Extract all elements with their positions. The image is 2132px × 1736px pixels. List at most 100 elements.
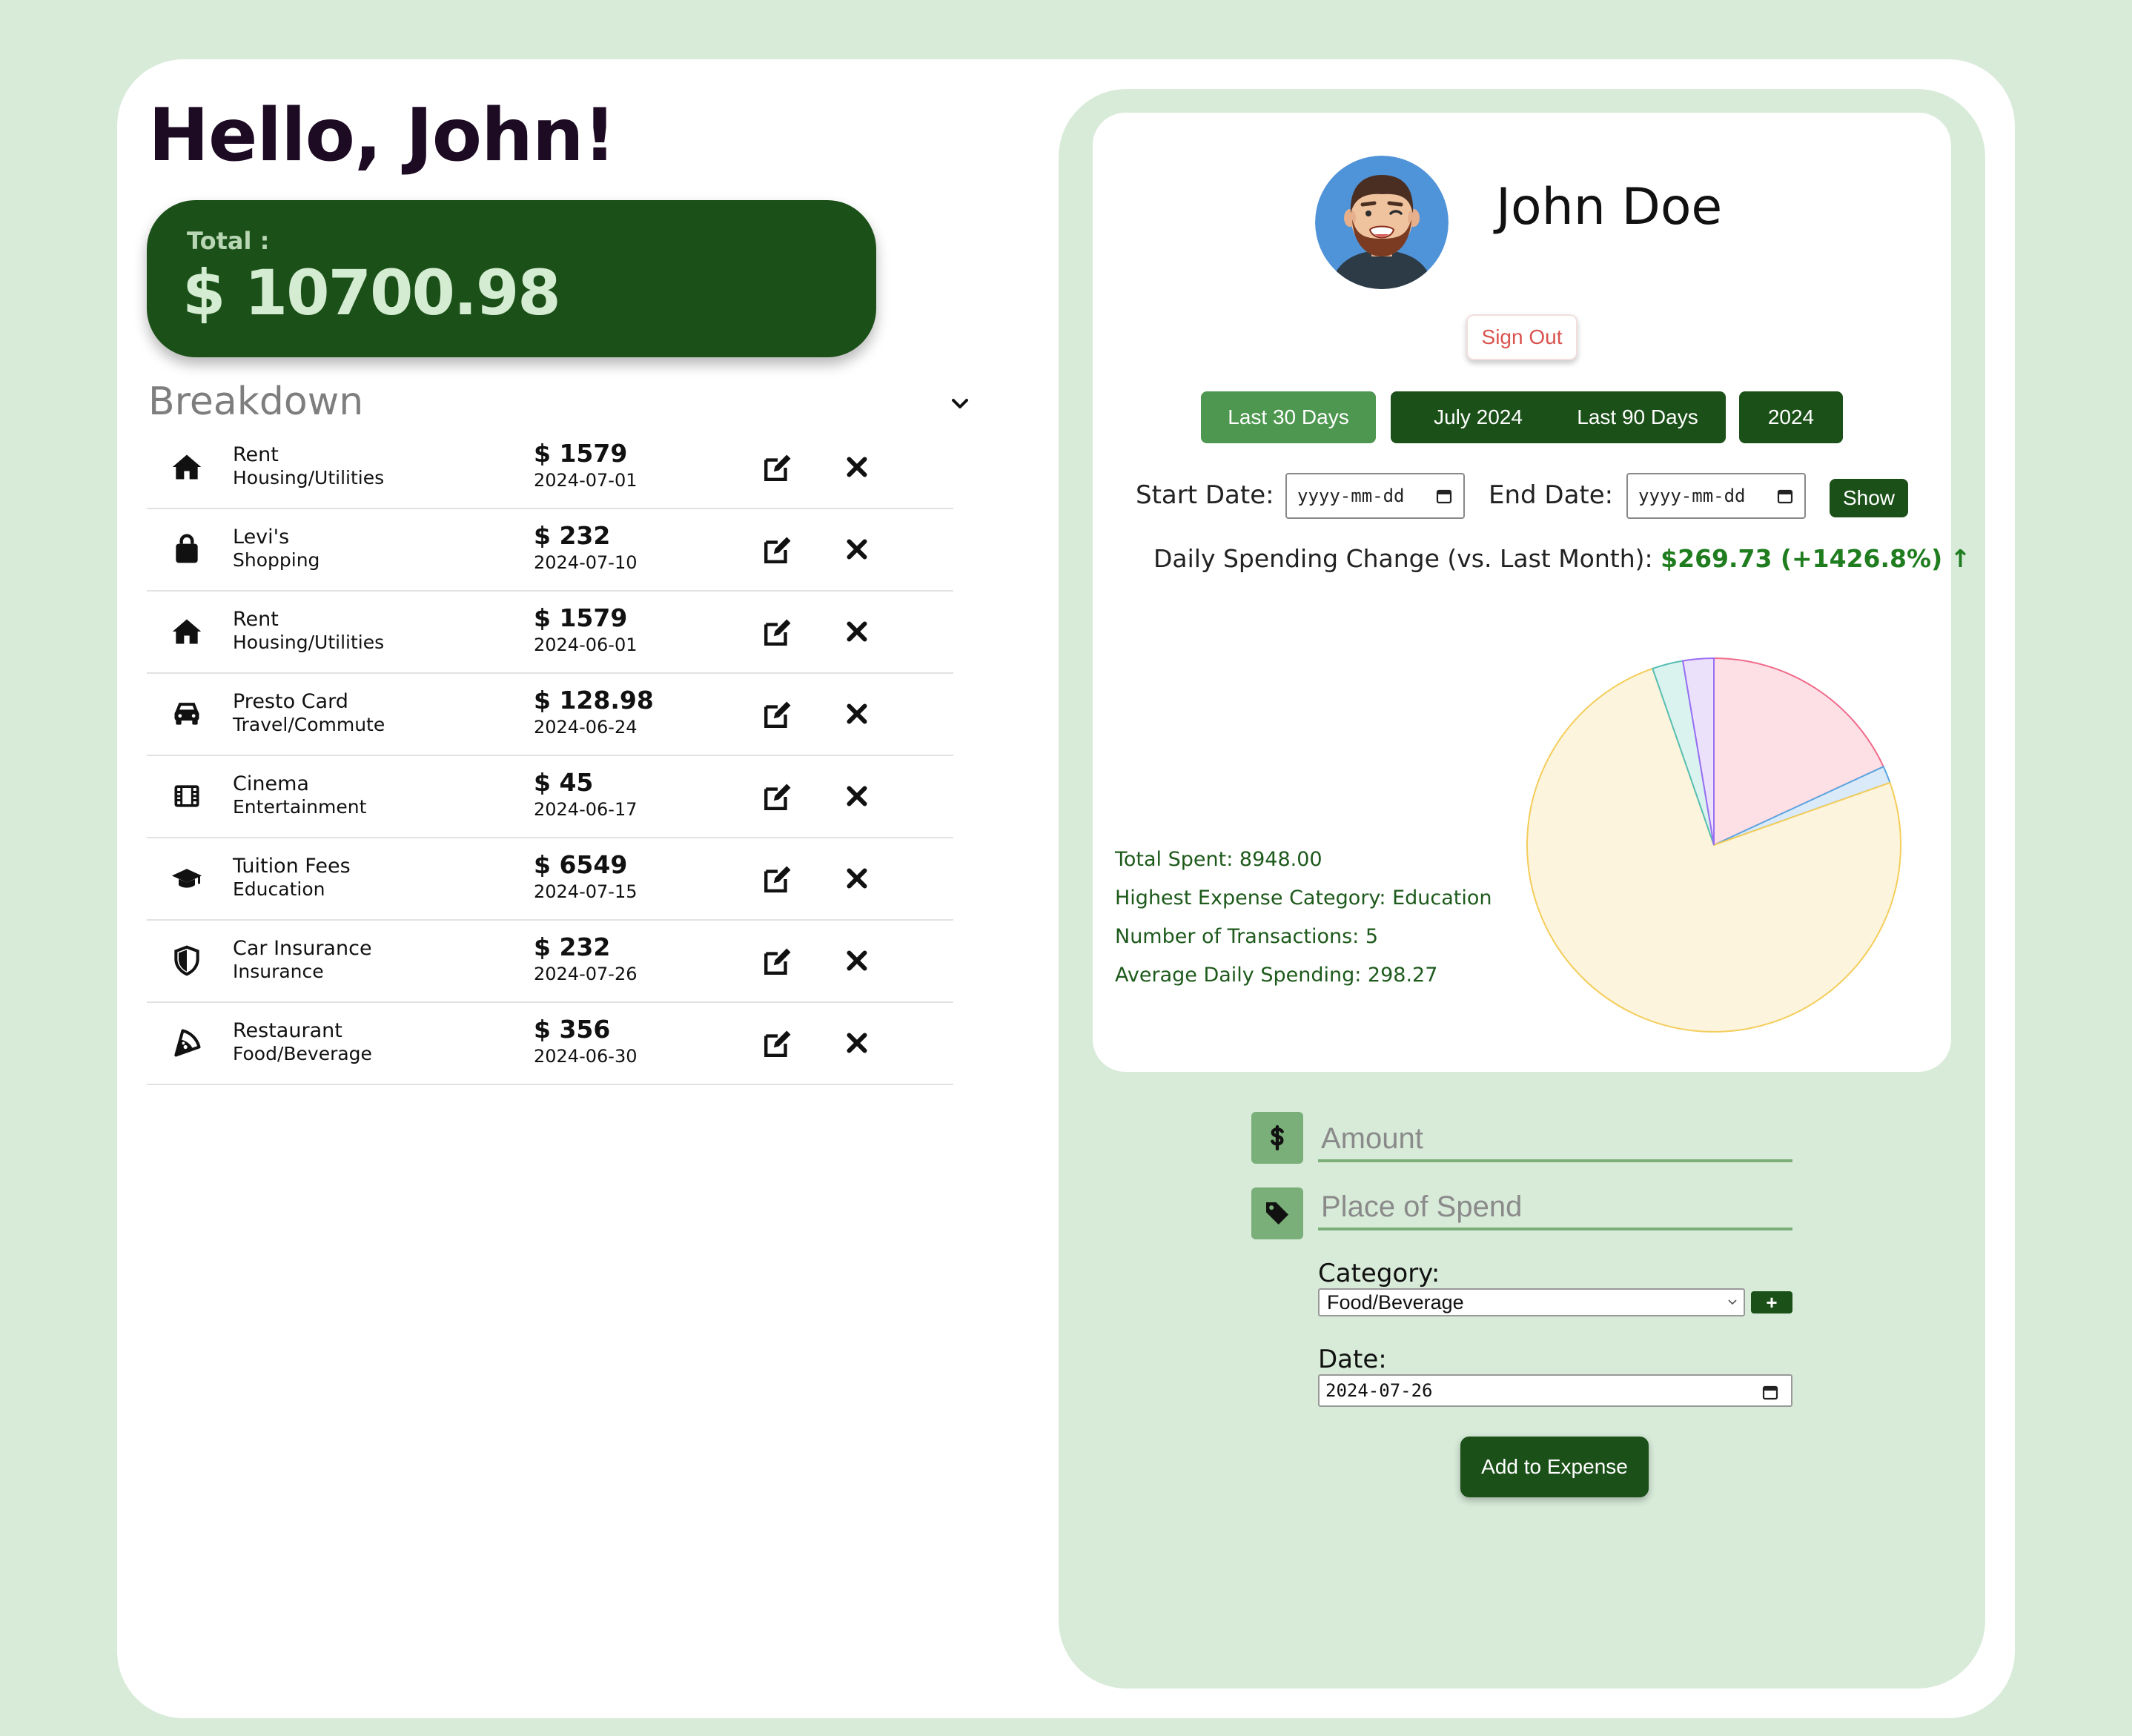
expense-date: 2024-06-17: [534, 799, 638, 820]
expense-date: 2024-07-15: [534, 881, 638, 902]
expense-row: Levi's Shopping $ 232 2024-07-10: [147, 509, 953, 592]
delete-icon[interactable]: [844, 1030, 870, 1056]
range-2024-button[interactable]: 2024: [1739, 391, 1843, 443]
total-label: Total :: [187, 227, 270, 255]
expense-row: Rent Housing/Utilities $ 1579 2024-06-01: [147, 592, 953, 674]
greeting-heading: Hello, John!: [148, 93, 616, 178]
delete-icon[interactable]: [844, 536, 870, 563]
stat-total-spent: Total Spent: 8948.00: [1115, 848, 1322, 871]
graduation-cap-icon: [171, 862, 203, 895]
start-date-input[interactable]: yyyy-mm-dd: [1285, 473, 1465, 519]
start-date-label: Start Date:: [1136, 480, 1274, 510]
stats-list: Total Spent: 8948.00 Highest Expense Cat…: [1115, 847, 1492, 1001]
calendar-icon[interactable]: [1435, 487, 1453, 505]
edit-icon[interactable]: [762, 617, 793, 648]
place-of-spend-input[interactable]: [1318, 1186, 1792, 1230]
expense-category: Food/Beverage: [233, 1043, 372, 1064]
expense-amount: $ 45: [534, 768, 594, 797]
daily-change-label: Daily Spending Change (vs. Last Month):: [1153, 544, 1653, 573]
expense-category: Entertainment: [233, 796, 367, 818]
end-date-value: yyyy-mm-dd: [1638, 486, 1746, 506]
expense-date: 2024-06-30: [534, 1046, 638, 1067]
start-date-value: yyyy-mm-dd: [1297, 486, 1405, 506]
shield-icon: [171, 944, 203, 977]
user-name: John Doe: [1496, 178, 1723, 236]
expense-category: Housing/Utilities: [233, 632, 385, 653]
end-date-input[interactable]: yyyy-mm-dd: [1626, 473, 1806, 519]
expense-date: 2024-07-26: [534, 964, 638, 984]
edit-icon[interactable]: [762, 452, 793, 483]
edit-icon[interactable]: [762, 864, 793, 895]
expense-name: Rent: [233, 608, 279, 631]
show-button[interactable]: Show: [1830, 479, 1908, 517]
expense-amount: $ 1579: [534, 439, 628, 468]
dollar-icon: [1251, 1112, 1303, 1164]
expense-row: Presto Card Travel/Commute $ 128.98 2024…: [147, 674, 953, 756]
shopping-bag-icon: [171, 533, 203, 566]
house-icon: [171, 615, 203, 648]
expense-name: Cinema: [233, 772, 309, 795]
tag-icon: [1251, 1187, 1303, 1239]
expense-row: Tuition Fees Education $ 6549 2024-07-15: [147, 838, 953, 921]
total-card: Total : $ 10700.98: [147, 200, 876, 357]
film-icon: [171, 780, 203, 812]
edit-icon[interactable]: [762, 699, 793, 730]
amount-input[interactable]: [1318, 1118, 1792, 1162]
expense-date: 2024-07-01: [534, 470, 638, 491]
delete-icon[interactable]: [844, 700, 870, 727]
calendar-icon[interactable]: [1776, 487, 1794, 505]
category-selected-value: Food/Beverage: [1327, 1291, 1464, 1313]
expense-name: Rent: [233, 443, 279, 466]
range-july-2024-button[interactable]: July 2024: [1391, 391, 1566, 443]
expense-amount: $ 232: [534, 521, 611, 550]
delete-icon[interactable]: [844, 783, 870, 809]
delete-icon[interactable]: [844, 865, 870, 892]
edit-icon[interactable]: [762, 946, 793, 977]
breakdown-title: Breakdown: [148, 380, 364, 424]
category-label: Category:: [1318, 1259, 1440, 1288]
daily-change-value: $269.73 (+1426.8%): [1661, 544, 1943, 573]
expense-row: Restaurant Food/Beverage $ 356 2024-06-3…: [147, 1003, 953, 1085]
edit-icon[interactable]: [762, 1028, 793, 1059]
add-to-expense-button[interactable]: Add to Expense: [1460, 1437, 1649, 1497]
date-label: Date:: [1318, 1345, 1387, 1374]
range-last-30-days-button[interactable]: Last 30 Days: [1201, 391, 1376, 443]
stat-transaction-count: Number of Transactions: 5: [1115, 925, 1379, 948]
category-select[interactable]: Food/Beverage: [1318, 1288, 1745, 1316]
calendar-icon[interactable]: [1761, 1383, 1779, 1401]
sign-out-button[interactable]: Sign Out: [1466, 314, 1578, 360]
range-last-90-days-button[interactable]: Last 90 Days: [1549, 391, 1726, 443]
edit-icon[interactable]: [762, 534, 793, 566]
expense-name: Levi's: [233, 526, 290, 549]
delete-icon[interactable]: [844, 618, 870, 645]
stat-average-daily: Average Daily Spending: 298.27: [1115, 964, 1438, 987]
expense-date-value: 2024-07-26: [1325, 1380, 1433, 1401]
chevron-down-icon[interactable]: [949, 393, 971, 415]
avatar: [1315, 156, 1449, 289]
spending-pie-chart: [1526, 657, 1901, 1033]
expense-amount: $ 232: [534, 932, 611, 961]
chevron-down-icon: [1728, 1299, 1737, 1305]
expense-name: Tuition Fees: [233, 855, 351, 878]
edit-icon[interactable]: [762, 781, 793, 812]
delete-icon[interactable]: [844, 947, 870, 974]
expense-row: Rent Housing/Utilities $ 1579 2024-07-01: [147, 427, 953, 509]
expense-date-input[interactable]: 2024-07-26: [1318, 1374, 1792, 1407]
expense-date: 2024-07-10: [534, 552, 638, 573]
house-icon: [171, 451, 203, 483]
expense-amount: $ 6549: [534, 850, 628, 879]
expense-name: Car Insurance: [233, 937, 372, 960]
end-date-label: End Date:: [1489, 480, 1614, 510]
add-category-button[interactable]: +: [1751, 1291, 1792, 1313]
expense-name: Restaurant: [233, 1019, 342, 1042]
expense-category: Shopping: [233, 549, 320, 571]
pizza-icon: [171, 1027, 203, 1059]
daily-spending-change: Daily Spending Change (vs. Last Month): …: [1153, 544, 1970, 573]
delete-icon[interactable]: [844, 454, 870, 480]
expense-category: Housing/Utilities: [233, 467, 385, 488]
expense-list: Rent Housing/Utilities $ 1579 2024-07-01…: [147, 427, 953, 1085]
expense-category: Travel/Commute: [233, 714, 385, 735]
total-value: $ 10700.98: [182, 256, 561, 329]
expense-amount: $ 128.98: [534, 686, 654, 715]
expense-category: Insurance: [233, 961, 324, 982]
